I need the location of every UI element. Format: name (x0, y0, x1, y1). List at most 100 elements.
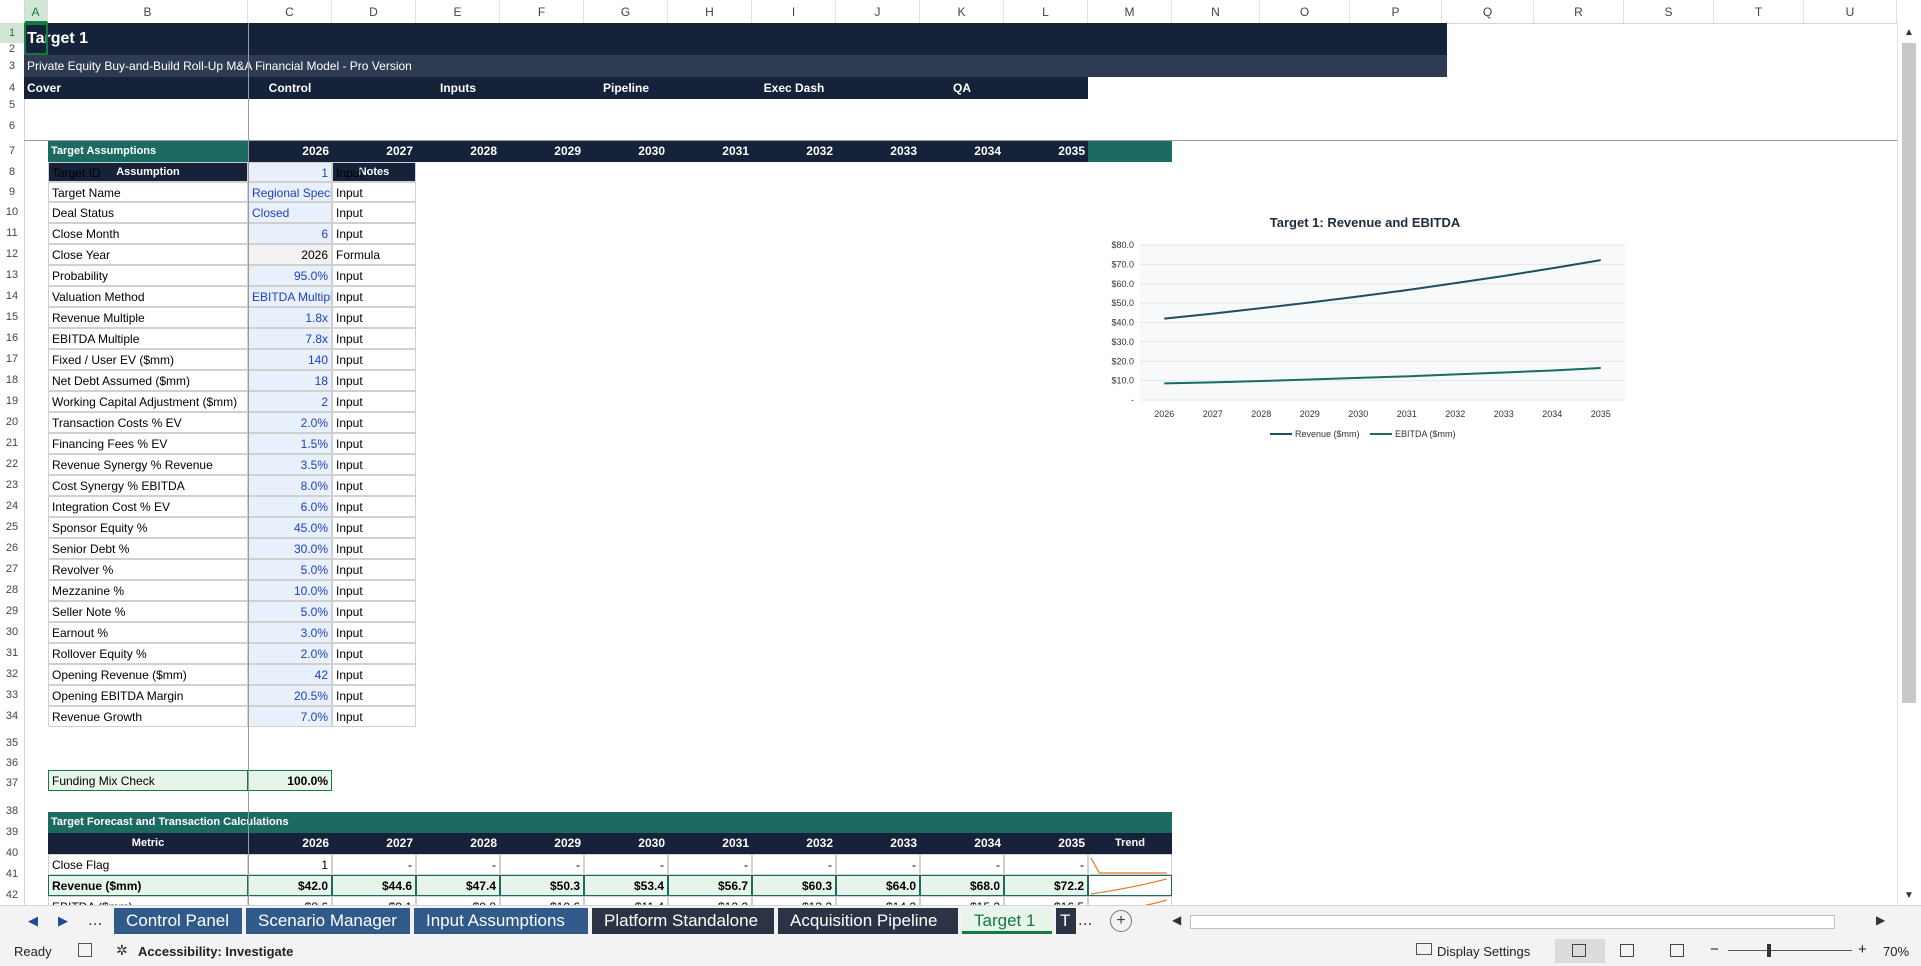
assumption-value-input[interactable]: 2026 (248, 244, 332, 265)
zoom-out-button[interactable]: − (1710, 941, 1719, 958)
column-header[interactable]: D (332, 0, 416, 23)
row-header[interactable]: 42 (0, 885, 24, 905)
assumption-value-input[interactable]: 7.0% (248, 706, 332, 727)
column-header[interactable]: N (1172, 0, 1260, 23)
column-header[interactable]: T (1714, 0, 1804, 23)
row-header[interactable]: 4 (0, 77, 24, 99)
row-header[interactable]: 7 (0, 141, 24, 162)
assumption-value-input[interactable]: 1.8x (248, 307, 332, 328)
row-header[interactable]: 20 (0, 412, 24, 433)
row-header[interactable]: 19 (0, 391, 24, 412)
assumption-value-input[interactable]: 2.0% (248, 643, 332, 664)
row-header[interactable]: 41 (0, 864, 24, 885)
row-header[interactable]: 37 (0, 767, 24, 800)
row-header[interactable]: 27 (0, 559, 24, 580)
column-header[interactable]: I (752, 0, 836, 23)
display-settings[interactable]: Display Settings (1437, 944, 1530, 959)
column-header[interactable]: S (1624, 0, 1714, 23)
sheet-tab-acquisition-pipeline[interactable]: Acquisition Pipeline (778, 908, 958, 934)
row-header[interactable]: 28 (0, 580, 24, 601)
nav-link-qa[interactable]: QA (920, 77, 1004, 99)
row-header[interactable]: 1 (0, 23, 24, 43)
tab-more-right[interactable]: ... (1078, 910, 1092, 930)
sheet-tab-scenario-manager[interactable]: Scenario Manager (246, 908, 410, 934)
row-header[interactable]: 17 (0, 349, 24, 370)
scroll-down-arrow[interactable]: ▼ (1904, 890, 1914, 901)
column-header[interactable]: B (48, 0, 248, 23)
column-header[interactable]: L (1004, 0, 1088, 23)
row-header[interactable]: 14 (0, 286, 24, 307)
nav-link-pipeline[interactable]: Pipeline (584, 77, 668, 99)
row-header[interactable]: 32 (0, 664, 24, 685)
row-header[interactable]: 40 (0, 843, 24, 864)
column-header[interactable]: C (248, 0, 332, 23)
row-header[interactable]: 12 (0, 244, 24, 265)
assumption-value-input[interactable]: 5.0% (248, 601, 332, 622)
assumption-value-input[interactable]: 2 (248, 391, 332, 412)
nav-link-control[interactable]: Control (248, 77, 332, 99)
row-header[interactable]: 6 (0, 111, 24, 141)
assumption-value-input[interactable]: 5.0% (248, 559, 332, 580)
tab-next-icon[interactable]: ▶ (58, 913, 68, 929)
assumption-value-input[interactable]: 7.8x (248, 328, 332, 349)
sheet-tab-input-assumptions[interactable]: Input Assumptions (414, 908, 588, 934)
normal-view-icon[interactable] (1555, 939, 1605, 963)
column-header[interactable]: M (1088, 0, 1172, 23)
assumption-value-input[interactable]: Regional Speci (248, 182, 332, 202)
row-header[interactable]: 13 (0, 265, 24, 286)
row-header[interactable]: 25 (0, 517, 24, 538)
assumption-value-input[interactable]: 18 (248, 370, 332, 391)
sheet-tab-control-panel[interactable]: Control Panel (114, 908, 242, 934)
tab-prev-icon[interactable]: ◀ (28, 913, 38, 929)
assumption-value-input[interactable]: 3.5% (248, 454, 332, 475)
page-layout-icon[interactable] (1620, 944, 1634, 957)
column-header[interactable]: E (416, 0, 500, 23)
row-header[interactable]: 3 (0, 55, 24, 77)
accessibility-status[interactable]: Accessibility: Investigate (138, 944, 293, 959)
column-header[interactable]: Q (1442, 0, 1534, 23)
column-header[interactable]: G (584, 0, 668, 23)
active-cell[interactable] (24, 23, 48, 55)
row-header[interactable]: 18 (0, 370, 24, 391)
row-header[interactable]: 9 (0, 182, 24, 202)
row-header[interactable]: 34 (0, 706, 24, 727)
tab-more-left[interactable]: ... (88, 910, 102, 930)
row-header[interactable]: 33 (0, 685, 24, 706)
assumption-value-input[interactable]: 1 (248, 162, 332, 182)
column-header[interactable]: H (668, 0, 752, 23)
add-sheet-icon[interactable]: + (1110, 910, 1132, 932)
assumption-value-input[interactable]: 2.0% (248, 412, 332, 433)
assumption-value-input[interactable]: 45.0% (248, 517, 332, 538)
row-header[interactable]: 2 (0, 43, 24, 55)
row-header[interactable]: 36 (0, 758, 24, 769)
column-header[interactable]: U (1804, 0, 1897, 23)
display-settings-icon[interactable] (1416, 943, 1432, 955)
row-header[interactable]: 21 (0, 433, 24, 454)
funding-check-value[interactable]: 100.0% (248, 770, 332, 791)
hscroll-left-icon[interactable]: ◀ (1172, 913, 1181, 927)
zoom-level[interactable]: 70% (1883, 944, 1909, 959)
scroll-up-arrow[interactable]: ▲ (1904, 27, 1914, 38)
column-header[interactable]: O (1260, 0, 1350, 23)
macro-record-icon[interactable] (78, 943, 92, 957)
accessibility-icon[interactable]: ✲ (116, 942, 128, 959)
assumption-value-input[interactable]: Closed (248, 202, 332, 223)
row-header[interactable]: 30 (0, 622, 24, 643)
revenue-ebitda-chart[interactable]: Target 1: Revenue and EBITDA - $10.0 $20.0… (1100, 205, 1630, 445)
row-header[interactable]: 8 (0, 162, 24, 182)
page-break-icon[interactable] (1670, 944, 1684, 957)
horizontal-scrollbar[interactable] (1190, 915, 1835, 929)
assumption-value-input[interactable]: 6.0% (248, 496, 332, 517)
row-header[interactable]: 29 (0, 601, 24, 622)
row-header[interactable]: 35 (0, 727, 24, 759)
column-header[interactable]: A (24, 0, 48, 23)
vertical-scrollbar[interactable]: ▲ ▼ (1897, 23, 1921, 905)
sheet-tab-t[interactable]: T (1056, 908, 1076, 934)
row-header[interactable]: 10 (0, 202, 24, 223)
row-header[interactable]: 16 (0, 328, 24, 349)
zoom-slider-thumb[interactable] (1767, 944, 1771, 957)
column-header[interactable]: F (500, 0, 584, 23)
column-header[interactable]: P (1350, 0, 1442, 23)
nav-link-inputs[interactable]: Inputs (416, 77, 500, 99)
row-header[interactable]: 38 (0, 800, 24, 822)
